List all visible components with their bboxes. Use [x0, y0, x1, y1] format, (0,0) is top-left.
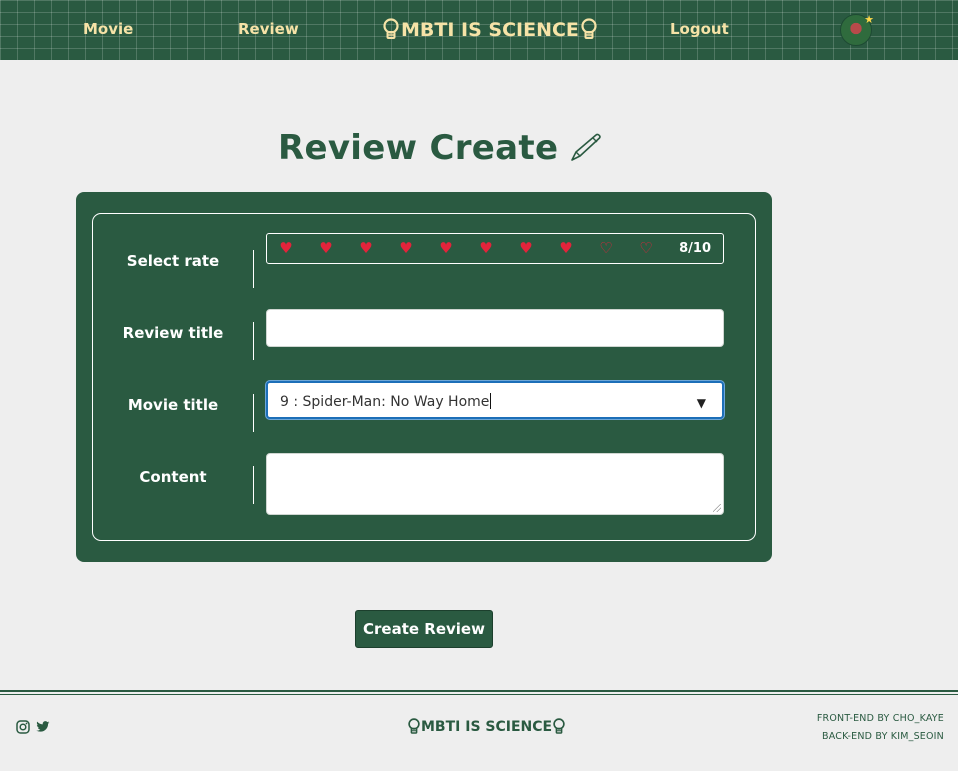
- row-divider: [253, 466, 254, 504]
- row-divider: [253, 322, 254, 360]
- star-icon: ★: [864, 13, 874, 26]
- lightbulb-icon: [553, 718, 565, 734]
- content-label: Content: [139, 468, 207, 486]
- heart-icon-filled[interactable]: ♥: [437, 239, 455, 257]
- credit-front-end: FRONT-END BY CHO_KAYE: [816, 713, 944, 724]
- brand-text: MBTI IS SCIENCE: [401, 19, 579, 41]
- create-review-button[interactable]: Create Review: [355, 610, 493, 648]
- footer-brand: MBTI IS SCIENCE: [408, 716, 565, 738]
- heart-icon-filled[interactable]: ♥: [357, 239, 375, 257]
- review-title-input[interactable]: [266, 309, 724, 347]
- heart-icon-filled[interactable]: ♥: [277, 239, 295, 257]
- nav-logout-link[interactable]: Logout: [670, 20, 729, 40]
- footer-brand-text: MBTI IS SCIENCE: [421, 719, 553, 735]
- footer-divider: [0, 690, 958, 692]
- nav-brand[interactable]: MBTI IS SCIENCE: [383, 16, 597, 44]
- review-title-label: Review title: [122, 324, 224, 342]
- movie-title-selected: 9 : Spider-Man: No Way Home: [280, 393, 492, 410]
- instagram-icon[interactable]: [16, 720, 30, 734]
- nav-review-link[interactable]: Review: [238, 20, 299, 40]
- heart-icon-filled[interactable]: ♥: [557, 239, 575, 257]
- dropdown-arrow-icon: ▼: [696, 396, 706, 410]
- rate-label: Select rate: [126, 252, 220, 270]
- pen-icon: [571, 133, 601, 161]
- heart-icon-filled[interactable]: ♥: [397, 239, 415, 257]
- navbar: Movie Review MBTI IS SCIENCE Logout ★: [0, 0, 958, 60]
- lightbulb-icon: [408, 718, 420, 734]
- row-divider: [253, 250, 254, 288]
- movie-title-select[interactable]: 9 : Spider-Man: No Way Home ▼: [266, 381, 724, 419]
- review-form-card: Select rate ♥ ♥ ♥ ♥ ♥ ♥ ♥ ♥ ♡ ♡ 8/10 Rev…: [76, 192, 772, 562]
- heart-icon-filled[interactable]: ♥: [477, 239, 495, 257]
- heart-icon-empty[interactable]: ♡: [637, 239, 655, 257]
- heart-icon-filled[interactable]: ♥: [317, 239, 335, 257]
- lightbulb-icon: [383, 18, 399, 39]
- row-divider: [253, 394, 254, 432]
- footer-divider: [0, 694, 958, 695]
- page-title-text: Review Create: [278, 128, 559, 168]
- review-form: Select rate ♥ ♥ ♥ ♥ ♥ ♥ ♥ ♥ ♡ ♡ 8/10 Rev…: [92, 213, 756, 541]
- heart-icon-filled[interactable]: ♥: [517, 239, 535, 257]
- lightbulb-icon: [581, 18, 597, 39]
- twitter-icon[interactable]: [36, 721, 50, 733]
- rating-value: 8/10: [679, 241, 711, 256]
- credit-back-end: BACK-END BY KIM_SEOIN: [821, 731, 944, 742]
- heart-icon-empty[interactable]: ♡: [597, 239, 615, 257]
- nav-movie-link[interactable]: Movie: [83, 20, 133, 40]
- page-title: Review Create: [278, 126, 604, 170]
- user-avatar[interactable]: ★: [840, 13, 874, 46]
- resize-handle-icon[interactable]: [713, 504, 721, 512]
- movie-title-label: Movie title: [127, 396, 219, 414]
- content-textarea[interactable]: [266, 453, 724, 515]
- rating-selector: ♥ ♥ ♥ ♥ ♥ ♥ ♥ ♥ ♡ ♡ 8/10: [266, 233, 724, 264]
